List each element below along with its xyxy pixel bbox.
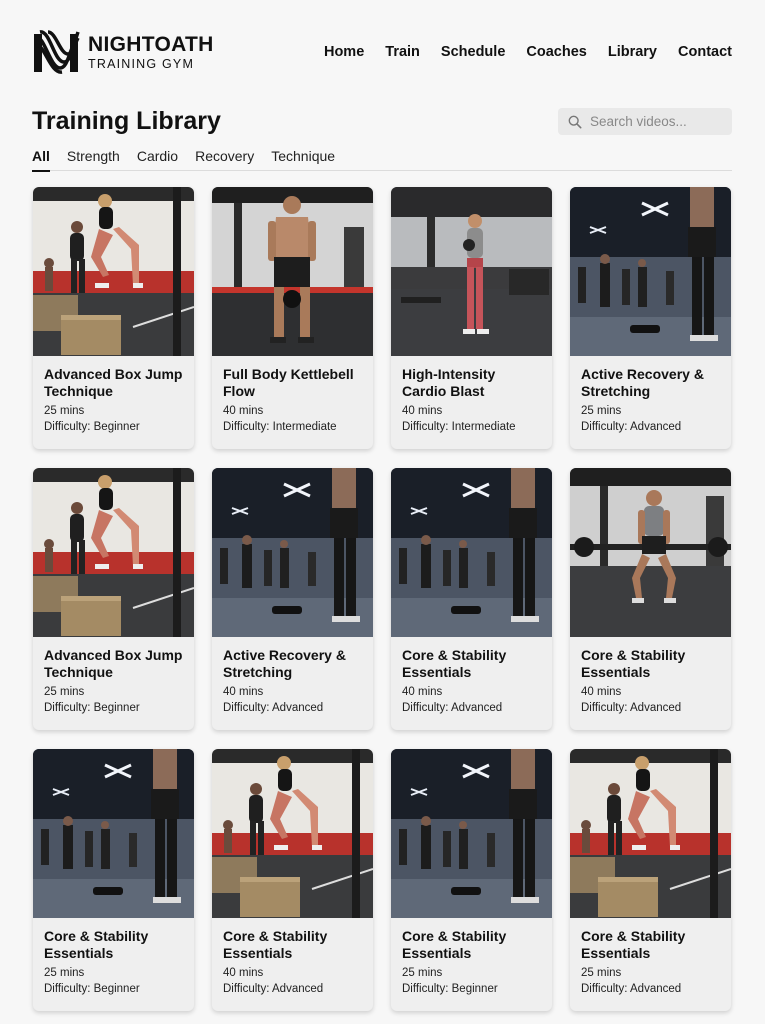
- video-title: Active Recovery & Stretching: [581, 366, 704, 399]
- video-card[interactable]: Active Recovery & Stretching 25 mins Diffi…: [570, 187, 731, 449]
- video-card[interactable]: Advanced Box Jump Technique 25 mins Diffic…: [33, 468, 194, 730]
- video-card[interactable]: Core & Stability Essentials 40 mins Diffic…: [212, 749, 373, 1011]
- video-card[interactable]: Core & Stability Essentials 25 mins Diffic…: [391, 749, 552, 1011]
- video-difficulty: Difficulty: Beginner: [44, 420, 140, 433]
- video-thumbnail[interactable]: [33, 749, 194, 918]
- video-difficulty: Difficulty: Advanced: [223, 982, 324, 995]
- video-thumbnail[interactable]: [212, 468, 373, 637]
- video-title: High-Intensity Cardio Blast: [402, 366, 496, 399]
- video-difficulty: Difficulty: Advanced: [581, 701, 682, 714]
- video-difficulty: Difficulty: Advanced: [223, 701, 324, 714]
- video-difficulty: Difficulty: Intermediate: [223, 420, 337, 433]
- video-difficulty: Difficulty: Beginner: [44, 982, 140, 995]
- nav-schedule[interactable]: Schedule: [441, 44, 505, 60]
- video-duration: 25 mins: [44, 686, 85, 698]
- nav-contact[interactable]: Contact: [678, 44, 732, 60]
- video-grid: Advanced Box Jump Technique 25 mins Diffic…: [33, 187, 733, 1011]
- main-nav: Home Train Schedule Coaches Library Cont…: [324, 44, 732, 60]
- thumbnail-image: [33, 749, 194, 918]
- video-difficulty: Difficulty: Advanced: [581, 982, 682, 995]
- video-title: Full Body Kettlebell Flow: [223, 366, 354, 399]
- video-duration: 40 mins: [223, 405, 264, 417]
- thumbnail-image: [33, 468, 194, 637]
- video-title: Advanced Box Jump Technique: [44, 647, 183, 680]
- video-difficulty: Difficulty: Advanced: [581, 420, 682, 433]
- video-thumbnail[interactable]: [391, 749, 552, 918]
- video-duration: 40 mins: [223, 967, 264, 979]
- video-card[interactable]: Advanced Box Jump Technique 25 mins Diffic…: [33, 187, 194, 449]
- page-title: Training Library: [32, 107, 221, 135]
- thumbnail-image: [570, 187, 731, 356]
- search-box[interactable]: [558, 108, 732, 135]
- video-card[interactable]: Full Body Kettlebell Flow 40 mins Difficul…: [212, 187, 373, 449]
- video-title: Core & Stability Essentials: [44, 928, 149, 961]
- video-difficulty: Difficulty: Intermediate: [402, 420, 516, 433]
- thumbnail-image: [33, 187, 194, 356]
- category-tabs: All Strength Cardio Recovery Technique: [32, 148, 732, 172]
- logo-mark-icon: [34, 30, 80, 74]
- nav-train[interactable]: Train: [385, 44, 420, 60]
- video-duration: 25 mins: [402, 967, 443, 979]
- video-card[interactable]: Core & Stability Essentials 40 mins Diffic…: [391, 468, 552, 730]
- video-title: Core & Stability Essentials: [402, 647, 507, 680]
- video-thumbnail[interactable]: [570, 749, 731, 918]
- tab-recovery[interactable]: Recovery: [195, 148, 254, 171]
- thumbnail-image: [212, 187, 373, 356]
- video-difficulty: Difficulty: Beginner: [44, 701, 140, 714]
- video-card[interactable]: Core & Stability Essentials 25 mins Diffic…: [570, 749, 731, 1011]
- video-thumbnail[interactable]: [570, 468, 731, 637]
- video-thumbnail[interactable]: [570, 187, 731, 356]
- video-duration: 40 mins: [581, 686, 622, 698]
- video-duration: 40 mins: [402, 405, 443, 417]
- video-duration: 25 mins: [44, 967, 85, 979]
- video-title: Core & Stability Essentials: [223, 928, 328, 961]
- video-card[interactable]: High-Intensity Cardio Blast 40 mins Diffic…: [391, 187, 552, 449]
- video-title: Advanced Box Jump Technique: [44, 366, 183, 399]
- video-thumbnail[interactable]: [33, 468, 194, 637]
- video-title: Active Recovery & Stretching: [223, 647, 346, 680]
- tab-all[interactable]: All: [32, 148, 50, 172]
- video-duration: 25 mins: [581, 405, 622, 417]
- thumbnail-image: [570, 749, 731, 918]
- thumbnail-image: [570, 468, 731, 637]
- brand-subtitle: TRAINING GYM: [88, 56, 195, 71]
- video-card[interactable]: Active Recovery & Stretching 40 mins Diffi…: [212, 468, 373, 730]
- video-difficulty: Difficulty: Advanced: [402, 701, 503, 714]
- video-thumbnail[interactable]: [391, 468, 552, 637]
- thumbnail-image: [391, 187, 552, 356]
- video-duration: 25 mins: [581, 967, 622, 979]
- search-icon: [568, 115, 582, 128]
- video-title: Core & Stability Essentials: [581, 647, 686, 680]
- video-card[interactable]: Core & Stability Essentials 25 mins Diffic…: [33, 749, 194, 1011]
- video-duration: 40 mins: [223, 686, 264, 698]
- nav-coaches[interactable]: Coaches: [526, 44, 586, 60]
- thumbnail-image: [212, 468, 373, 637]
- tab-technique[interactable]: Technique: [271, 148, 335, 171]
- nav-home[interactable]: Home: [324, 44, 364, 60]
- thumbnail-image: [212, 749, 373, 918]
- video-difficulty: Difficulty: Beginner: [402, 982, 498, 995]
- brand-name: NIGHTOATH: [88, 32, 214, 56]
- thumbnail-image: [391, 749, 552, 918]
- video-card[interactable]: Core & Stability Essentials 40 mins Diffic…: [570, 468, 731, 730]
- thumbnail-image: [391, 468, 552, 637]
- tab-cardio[interactable]: Cardio: [137, 148, 178, 171]
- video-title: Core & Stability Essentials: [581, 928, 686, 961]
- site-header: NIGHTOATH TRAINING GYM Home Train Schedu…: [0, 0, 765, 100]
- video-duration: 25 mins: [44, 405, 85, 417]
- video-thumbnail[interactable]: [391, 187, 552, 356]
- video-thumbnail[interactable]: [33, 187, 194, 356]
- video-thumbnail[interactable]: [212, 187, 373, 356]
- tab-strength[interactable]: Strength: [67, 148, 120, 171]
- video-duration: 40 mins: [402, 686, 443, 698]
- brand-logo[interactable]: NIGHTOATH TRAINING GYM: [32, 28, 214, 76]
- nav-library[interactable]: Library: [608, 44, 657, 60]
- search-input[interactable]: [590, 114, 730, 129]
- video-title: Core & Stability Essentials: [402, 928, 507, 961]
- video-thumbnail[interactable]: [212, 749, 373, 918]
